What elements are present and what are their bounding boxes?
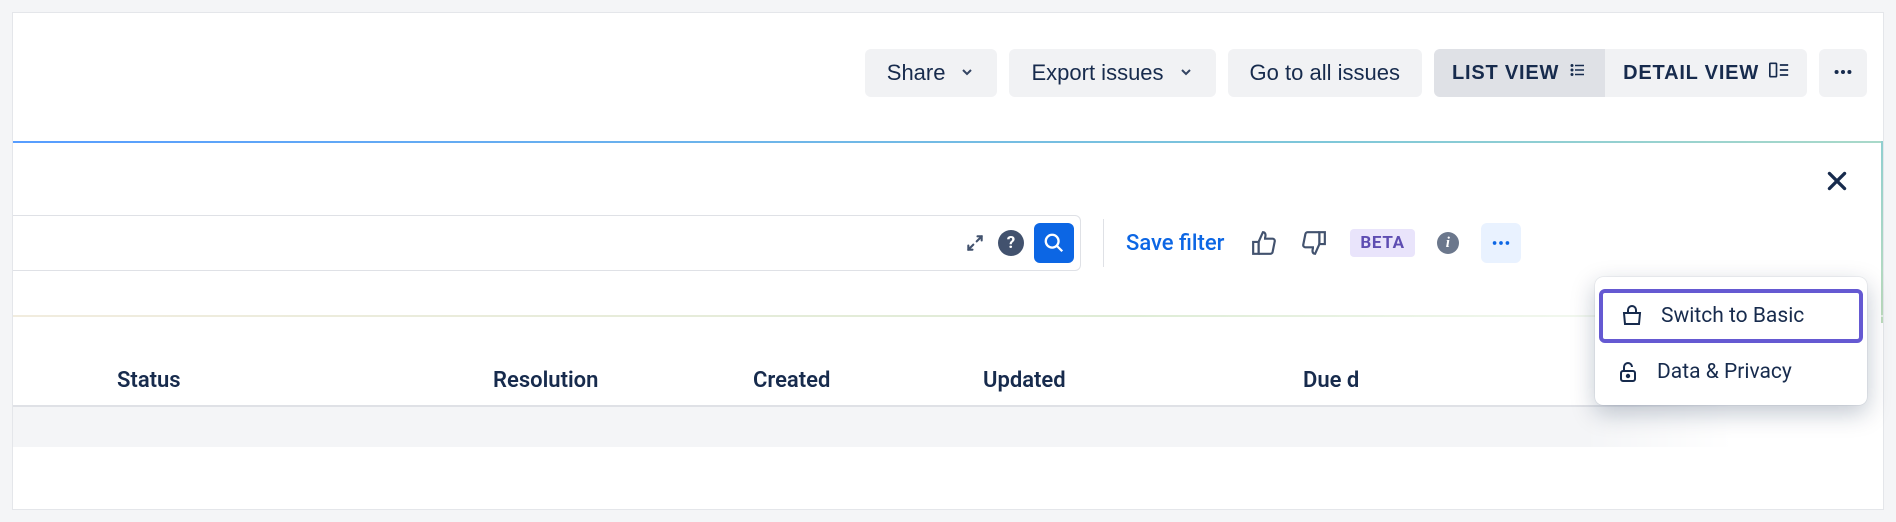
info-icon[interactable]: i bbox=[1437, 232, 1459, 254]
menu-item-label: Data & Privacy bbox=[1657, 360, 1792, 384]
expand-icon[interactable] bbox=[962, 230, 988, 256]
chevron-down-icon bbox=[1178, 60, 1194, 86]
search-row: ? Save filter BETA i bbox=[13, 215, 1883, 271]
column-header-updated[interactable]: Updated bbox=[971, 368, 1191, 393]
detail-view-button[interactable]: DETAIL VIEW bbox=[1605, 49, 1807, 97]
app-frame: Share Export issues Go to all issues LIS… bbox=[12, 12, 1884, 510]
export-issues-button[interactable]: Export issues bbox=[1009, 49, 1215, 97]
search-actions: ? bbox=[962, 223, 1080, 263]
menu-item-label: Switch to Basic bbox=[1661, 304, 1804, 328]
search-button[interactable] bbox=[1034, 223, 1074, 263]
list-view-label: LIST VIEW bbox=[1452, 62, 1559, 85]
column-header-created[interactable]: Created bbox=[741, 368, 951, 393]
dots-icon bbox=[1832, 61, 1854, 86]
goto-label: Go to all issues bbox=[1250, 60, 1400, 86]
detail-view-label: DETAIL VIEW bbox=[1623, 62, 1759, 85]
save-filter-link[interactable]: Save filter bbox=[1126, 231, 1224, 256]
list-view-button[interactable]: LIST VIEW bbox=[1434, 49, 1605, 97]
gradient-divider bbox=[13, 141, 1883, 143]
vertical-divider bbox=[1103, 219, 1104, 267]
thumbs-up-icon[interactable] bbox=[1250, 229, 1278, 257]
column-header-due[interactable]: Due d bbox=[1291, 368, 1451, 393]
menu-item-switch-to-basic[interactable]: Switch to Basic bbox=[1599, 289, 1863, 343]
thumbs-down-icon[interactable] bbox=[1300, 229, 1328, 257]
beta-badge: BETA bbox=[1350, 229, 1414, 257]
filter-more-button[interactable] bbox=[1481, 223, 1521, 263]
close-button[interactable] bbox=[1817, 161, 1857, 201]
basket-icon bbox=[1619, 303, 1645, 329]
share-label: Share bbox=[887, 60, 946, 86]
help-icon[interactable]: ? bbox=[998, 230, 1024, 256]
column-header-status[interactable]: Status bbox=[105, 368, 385, 393]
list-icon bbox=[1569, 61, 1587, 85]
export-label: Export issues bbox=[1031, 60, 1163, 86]
view-toggle-group: LIST VIEW DETAIL VIEW bbox=[1434, 49, 1807, 97]
more-actions-button[interactable] bbox=[1819, 49, 1867, 97]
chevron-down-icon bbox=[959, 60, 975, 86]
filter-more-menu: Switch to Basic Data & Privacy bbox=[1595, 277, 1867, 405]
menu-item-data-privacy[interactable]: Data & Privacy bbox=[1595, 347, 1867, 397]
jql-search-container: ? bbox=[13, 215, 1081, 271]
goto-all-issues-button[interactable]: Go to all issues bbox=[1228, 49, 1422, 97]
table-row[interactable] bbox=[13, 407, 1883, 447]
jql-search-input[interactable] bbox=[13, 216, 962, 270]
detail-icon bbox=[1769, 61, 1789, 85]
share-button[interactable]: Share bbox=[865, 49, 998, 97]
feedback-controls: BETA i bbox=[1250, 223, 1520, 263]
column-header-resolution[interactable]: Resolution bbox=[481, 368, 711, 393]
lock-icon bbox=[1615, 359, 1641, 385]
top-toolbar: Share Export issues Go to all issues LIS… bbox=[865, 49, 1867, 97]
